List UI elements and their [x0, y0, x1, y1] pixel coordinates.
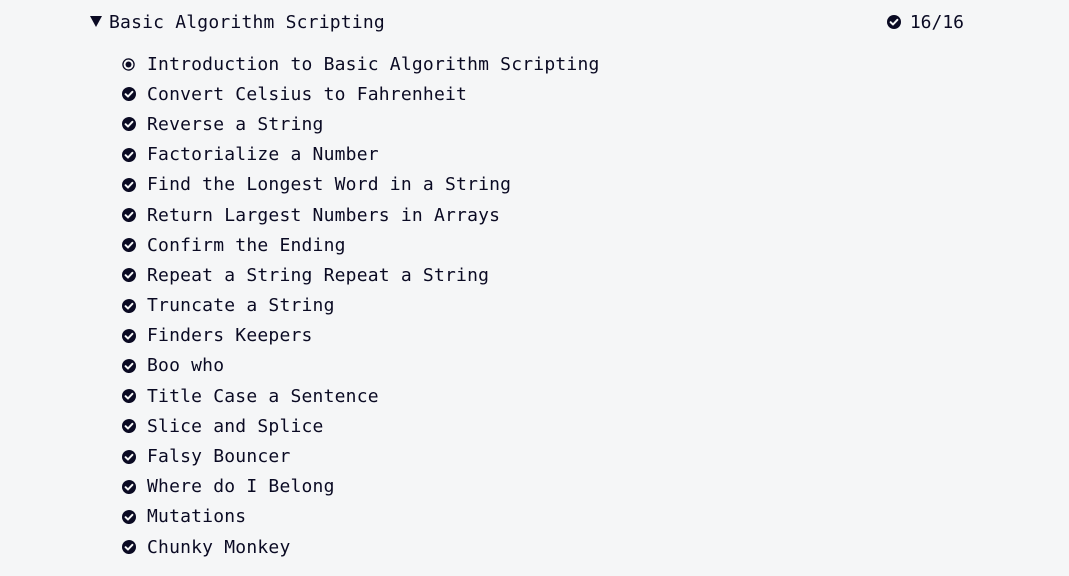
check-circle-icon: [122, 419, 136, 434]
challenge-list: Introduction to Basic Algorithm Scriptin…: [122, 49, 600, 562]
check-circle-icon: [122, 298, 136, 313]
block-header-toggle[interactable]: Basic Algorithm Scripting 16/16: [90, 8, 964, 36]
challenge-label: Confirm the Ending: [147, 234, 346, 256]
challenge-label: Chunky Monkey: [147, 536, 291, 558]
challenge-label: Convert Celsius to Fahrenheit: [147, 83, 468, 105]
challenge-label: Falsy Bouncer: [147, 446, 291, 468]
check-circle-icon: [886, 15, 901, 29]
check-circle-icon: [122, 358, 136, 373]
challenge-item[interactable]: Confirm the Ending: [122, 230, 600, 260]
challenge-item[interactable]: Mutations: [122, 502, 600, 532]
challenge-item[interactable]: Repeat a String Repeat a String: [122, 260, 600, 290]
challenge-label: Mutations: [147, 506, 247, 528]
challenge-item[interactable]: Title Case a Sentence: [122, 381, 600, 411]
challenge-item[interactable]: Finders Keepers: [122, 321, 600, 351]
caret-down-icon: [90, 15, 102, 27]
radio-dot-icon: [122, 57, 135, 71]
check-circle-icon: [122, 147, 136, 162]
check-circle-icon: [122, 540, 136, 555]
challenge-label: Factorialize a Number: [147, 144, 379, 166]
challenge-item[interactable]: Chunky Monkey: [122, 532, 600, 562]
block-progress: 16/16: [886, 11, 964, 33]
check-circle-icon: [122, 87, 136, 102]
challenge-label: Title Case a Sentence: [147, 385, 379, 407]
challenge-label: Truncate a String: [147, 295, 335, 317]
challenge-label: Introduction to Basic Algorithm Scriptin…: [147, 53, 600, 75]
challenge-label: Repeat a String Repeat a String: [147, 264, 490, 286]
challenge-label: Reverse a String: [147, 113, 324, 135]
check-circle-icon: [122, 328, 136, 343]
block-title: Basic Algorithm Scripting: [109, 11, 385, 33]
check-circle-icon: [122, 238, 136, 253]
challenge-item[interactable]: Reverse a String: [122, 109, 600, 139]
check-circle-icon: [122, 177, 136, 192]
challenge-item[interactable]: Boo who: [122, 351, 600, 381]
challenge-label: Slice and Splice: [147, 415, 324, 437]
challenge-item[interactable]: Introduction to Basic Algorithm Scriptin…: [122, 49, 600, 79]
challenge-item[interactable]: Find the Longest Word in a String: [122, 170, 600, 200]
check-circle-icon: [122, 268, 136, 283]
check-circle-icon: [122, 117, 136, 132]
check-circle-icon: [122, 479, 136, 494]
challenge-item[interactable]: Factorialize a Number: [122, 140, 600, 170]
challenge-label: Where do I Belong: [147, 476, 335, 498]
progress-count: 16/16: [909, 11, 964, 33]
challenge-label: Finders Keepers: [147, 325, 313, 347]
challenge-item[interactable]: Convert Celsius to Fahrenheit: [122, 79, 600, 109]
check-circle-icon: [122, 509, 136, 524]
challenge-item[interactable]: Truncate a String: [122, 291, 600, 321]
challenge-label: Find the Longest Word in a String: [147, 174, 512, 196]
check-circle-icon: [122, 208, 136, 223]
challenge-item[interactable]: Return Largest Numbers in Arrays: [122, 200, 600, 230]
challenge-label: Return Largest Numbers in Arrays: [147, 204, 501, 226]
check-circle-icon: [122, 449, 136, 464]
check-circle-icon: [122, 389, 136, 404]
challenge-item[interactable]: Where do I Belong: [122, 472, 600, 502]
challenge-item[interactable]: Falsy Bouncer: [122, 441, 600, 471]
challenge-label: Boo who: [147, 355, 225, 377]
challenge-item[interactable]: Slice and Splice: [122, 411, 600, 441]
